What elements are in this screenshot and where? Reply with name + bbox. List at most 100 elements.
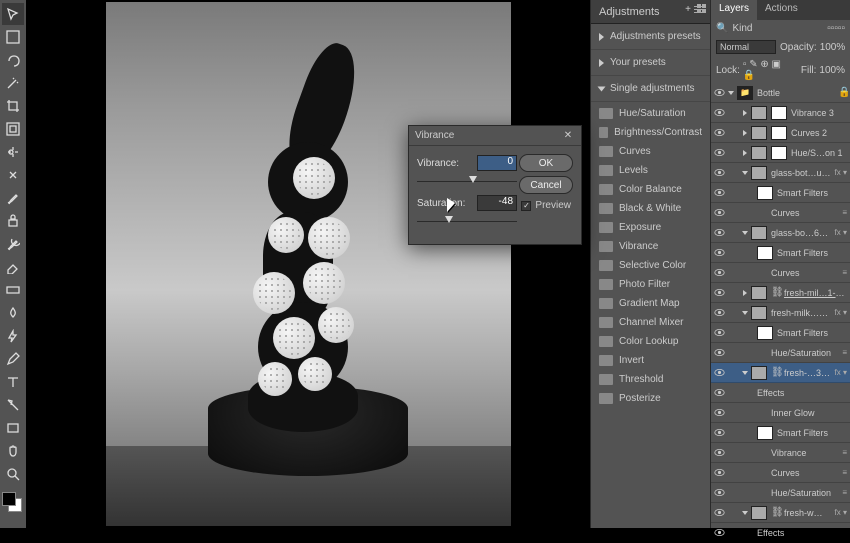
- layer-name[interactable]: Inner Glow: [771, 408, 847, 418]
- layer-name[interactable]: Smart Filters: [777, 188, 847, 198]
- chevron-icon[interactable]: [742, 311, 748, 315]
- chevron-icon[interactable]: [742, 171, 748, 175]
- visibility-toggle-icon[interactable]: [714, 207, 725, 218]
- eraser-tool[interactable]: [2, 256, 24, 278]
- preview-checkbox[interactable]: ✓: [521, 201, 531, 211]
- visibility-toggle-icon[interactable]: [714, 327, 725, 338]
- layer-name[interactable]: Curves: [771, 268, 838, 278]
- gradient-tool[interactable]: [2, 279, 24, 301]
- visibility-toggle-icon[interactable]: [714, 447, 725, 458]
- visibility-toggle-icon[interactable]: [714, 347, 725, 358]
- chevron-right-icon[interactable]: [743, 110, 747, 116]
- layer-name[interactable]: glass-bo…6-13-utc: [771, 228, 831, 238]
- layer-name[interactable]: Smart Filters: [777, 328, 847, 338]
- single-adjustments-section[interactable]: Single adjustments: [591, 76, 710, 102]
- zoom-tool[interactable]: [2, 463, 24, 485]
- layer-row[interactable]: Effects: [711, 523, 850, 543]
- visibility-toggle-icon[interactable]: [714, 307, 725, 318]
- layer-row[interactable]: glass-bo…6-13-utcfx ▾: [711, 223, 850, 243]
- layer-name[interactable]: fresh-mil…1-20-utc: [784, 288, 847, 298]
- layer-row[interactable]: Curves 2: [711, 123, 850, 143]
- adjustment-loo[interactable]: Color Lookup: [591, 332, 710, 351]
- layer-name[interactable]: fresh-milk…0-utc copy: [771, 308, 831, 318]
- adjustment-cur[interactable]: Curves: [591, 142, 710, 161]
- layer-name[interactable]: fresh-…36-utc: [784, 368, 831, 378]
- layer-row[interactable]: Hue/S…on 1: [711, 143, 850, 163]
- grid-icon[interactable]: [697, 4, 706, 15]
- adjustment-pho[interactable]: Photo Filter: [591, 275, 710, 294]
- filter-settings-icon[interactable]: ≡: [842, 348, 847, 357]
- layer-row[interactable]: ⛓fresh-mil…1-20-utc: [711, 283, 850, 303]
- opacity-value[interactable]: 100%: [820, 42, 846, 53]
- blur-tool[interactable]: [2, 302, 24, 324]
- brush-tool[interactable]: [2, 187, 24, 209]
- heal-tool[interactable]: [2, 164, 24, 186]
- layers-filter-icons[interactable]: ▫▫▫▫▫: [827, 23, 845, 34]
- color-swatches[interactable]: [0, 490, 26, 518]
- layer-row[interactable]: Curves≡: [711, 263, 850, 283]
- layer-name[interactable]: Curves: [771, 468, 838, 478]
- adjustment-col[interactable]: Color Balance: [591, 180, 710, 199]
- blend-mode-select[interactable]: [716, 40, 776, 54]
- canvas-area[interactable]: [26, 0, 590, 528]
- filter-settings-icon[interactable]: ≡: [842, 488, 847, 497]
- move-tool[interactable]: [2, 3, 24, 25]
- fg-color-swatch[interactable]: [2, 492, 16, 506]
- adjustment-bri[interactable]: Brightness/Contrast: [591, 123, 710, 142]
- your-presets-section[interactable]: Your presets +: [591, 50, 710, 76]
- frame-tool[interactable]: [2, 118, 24, 140]
- layer-name[interactable]: Hue/Saturation: [771, 348, 838, 358]
- vibrance-input[interactable]: 0: [477, 155, 517, 171]
- chevron-icon[interactable]: [742, 231, 748, 235]
- layer-name[interactable]: Hue/Saturation: [771, 488, 838, 498]
- adjustment-vib[interactable]: Vibrance: [591, 237, 710, 256]
- clone-tool[interactable]: [2, 210, 24, 232]
- adjustment-pos[interactable]: Posterize: [591, 389, 710, 408]
- type-tool[interactable]: [2, 371, 24, 393]
- layer-row[interactable]: glass-bot…utc copyfx ▾: [711, 163, 850, 183]
- visibility-toggle-icon[interactable]: [714, 87, 725, 98]
- fill-value[interactable]: 100%: [819, 65, 845, 76]
- close-icon[interactable]: ✕: [561, 129, 575, 143]
- pen-tool[interactable]: [2, 348, 24, 370]
- layer-name[interactable]: fresh-w…34-utc: [784, 508, 831, 518]
- fx-badge[interactable]: fx ▾: [835, 508, 847, 517]
- visibility-toggle-icon[interactable]: [714, 187, 725, 198]
- layer-name[interactable]: Curves: [771, 208, 838, 218]
- adjustment-exp[interactable]: Exposure: [591, 218, 710, 237]
- path-sel-tool[interactable]: [2, 394, 24, 416]
- filter-settings-icon[interactable]: ≡: [842, 208, 847, 217]
- visibility-toggle-icon[interactable]: [714, 427, 725, 438]
- visibility-toggle-icon[interactable]: [714, 407, 725, 418]
- plus-icon[interactable]: +: [685, 4, 691, 15]
- layer-name[interactable]: Smart Filters: [777, 248, 847, 258]
- layer-row[interactable]: fresh-milk…0-utc copy fx ▾: [711, 303, 850, 323]
- adjustment-cha[interactable]: Channel Mixer: [591, 313, 710, 332]
- chevron-icon[interactable]: [743, 290, 747, 296]
- visibility-toggle-icon[interactable]: [714, 127, 725, 138]
- wand-tool[interactable]: [2, 72, 24, 94]
- layer-name[interactable]: Hue/S…on 1: [791, 148, 847, 158]
- lasso-tool[interactable]: [2, 49, 24, 71]
- visibility-toggle-icon[interactable]: [714, 527, 725, 538]
- layer-row[interactable]: Hue/Saturation ≡: [711, 483, 850, 503]
- chevron-icon[interactable]: [742, 511, 748, 515]
- fx-badge[interactable]: fx ▾: [835, 168, 847, 177]
- layer-row[interactable]: ⛓fresh-…36-utcfx ▾: [711, 363, 850, 383]
- adjustment-inv[interactable]: Invert: [591, 351, 710, 370]
- fx-badge[interactable]: fx ▾: [835, 308, 847, 317]
- lock-icons[interactable]: ▫ ✎ ⊕ ▣ 🔒: [743, 59, 795, 81]
- chevron-right-icon[interactable]: [743, 150, 747, 156]
- layer-row[interactable]: Smart Filters: [711, 323, 850, 343]
- chevron-right-icon[interactable]: [743, 130, 747, 136]
- dodge-tool[interactable]: [2, 325, 24, 347]
- eyedropper-tool[interactable]: [2, 141, 24, 163]
- rectangle-tool[interactable]: [2, 417, 24, 439]
- chevron-icon[interactable]: [742, 371, 748, 375]
- visibility-toggle-icon[interactable]: [714, 367, 725, 378]
- marquee-rect-tool[interactable]: [2, 26, 24, 48]
- visibility-toggle-icon[interactable]: [714, 387, 725, 398]
- adjustment-bw[interactable]: Black & White: [591, 199, 710, 218]
- adjustment-hue[interactable]: Hue/Saturation: [591, 104, 710, 123]
- crop-tool[interactable]: [2, 95, 24, 117]
